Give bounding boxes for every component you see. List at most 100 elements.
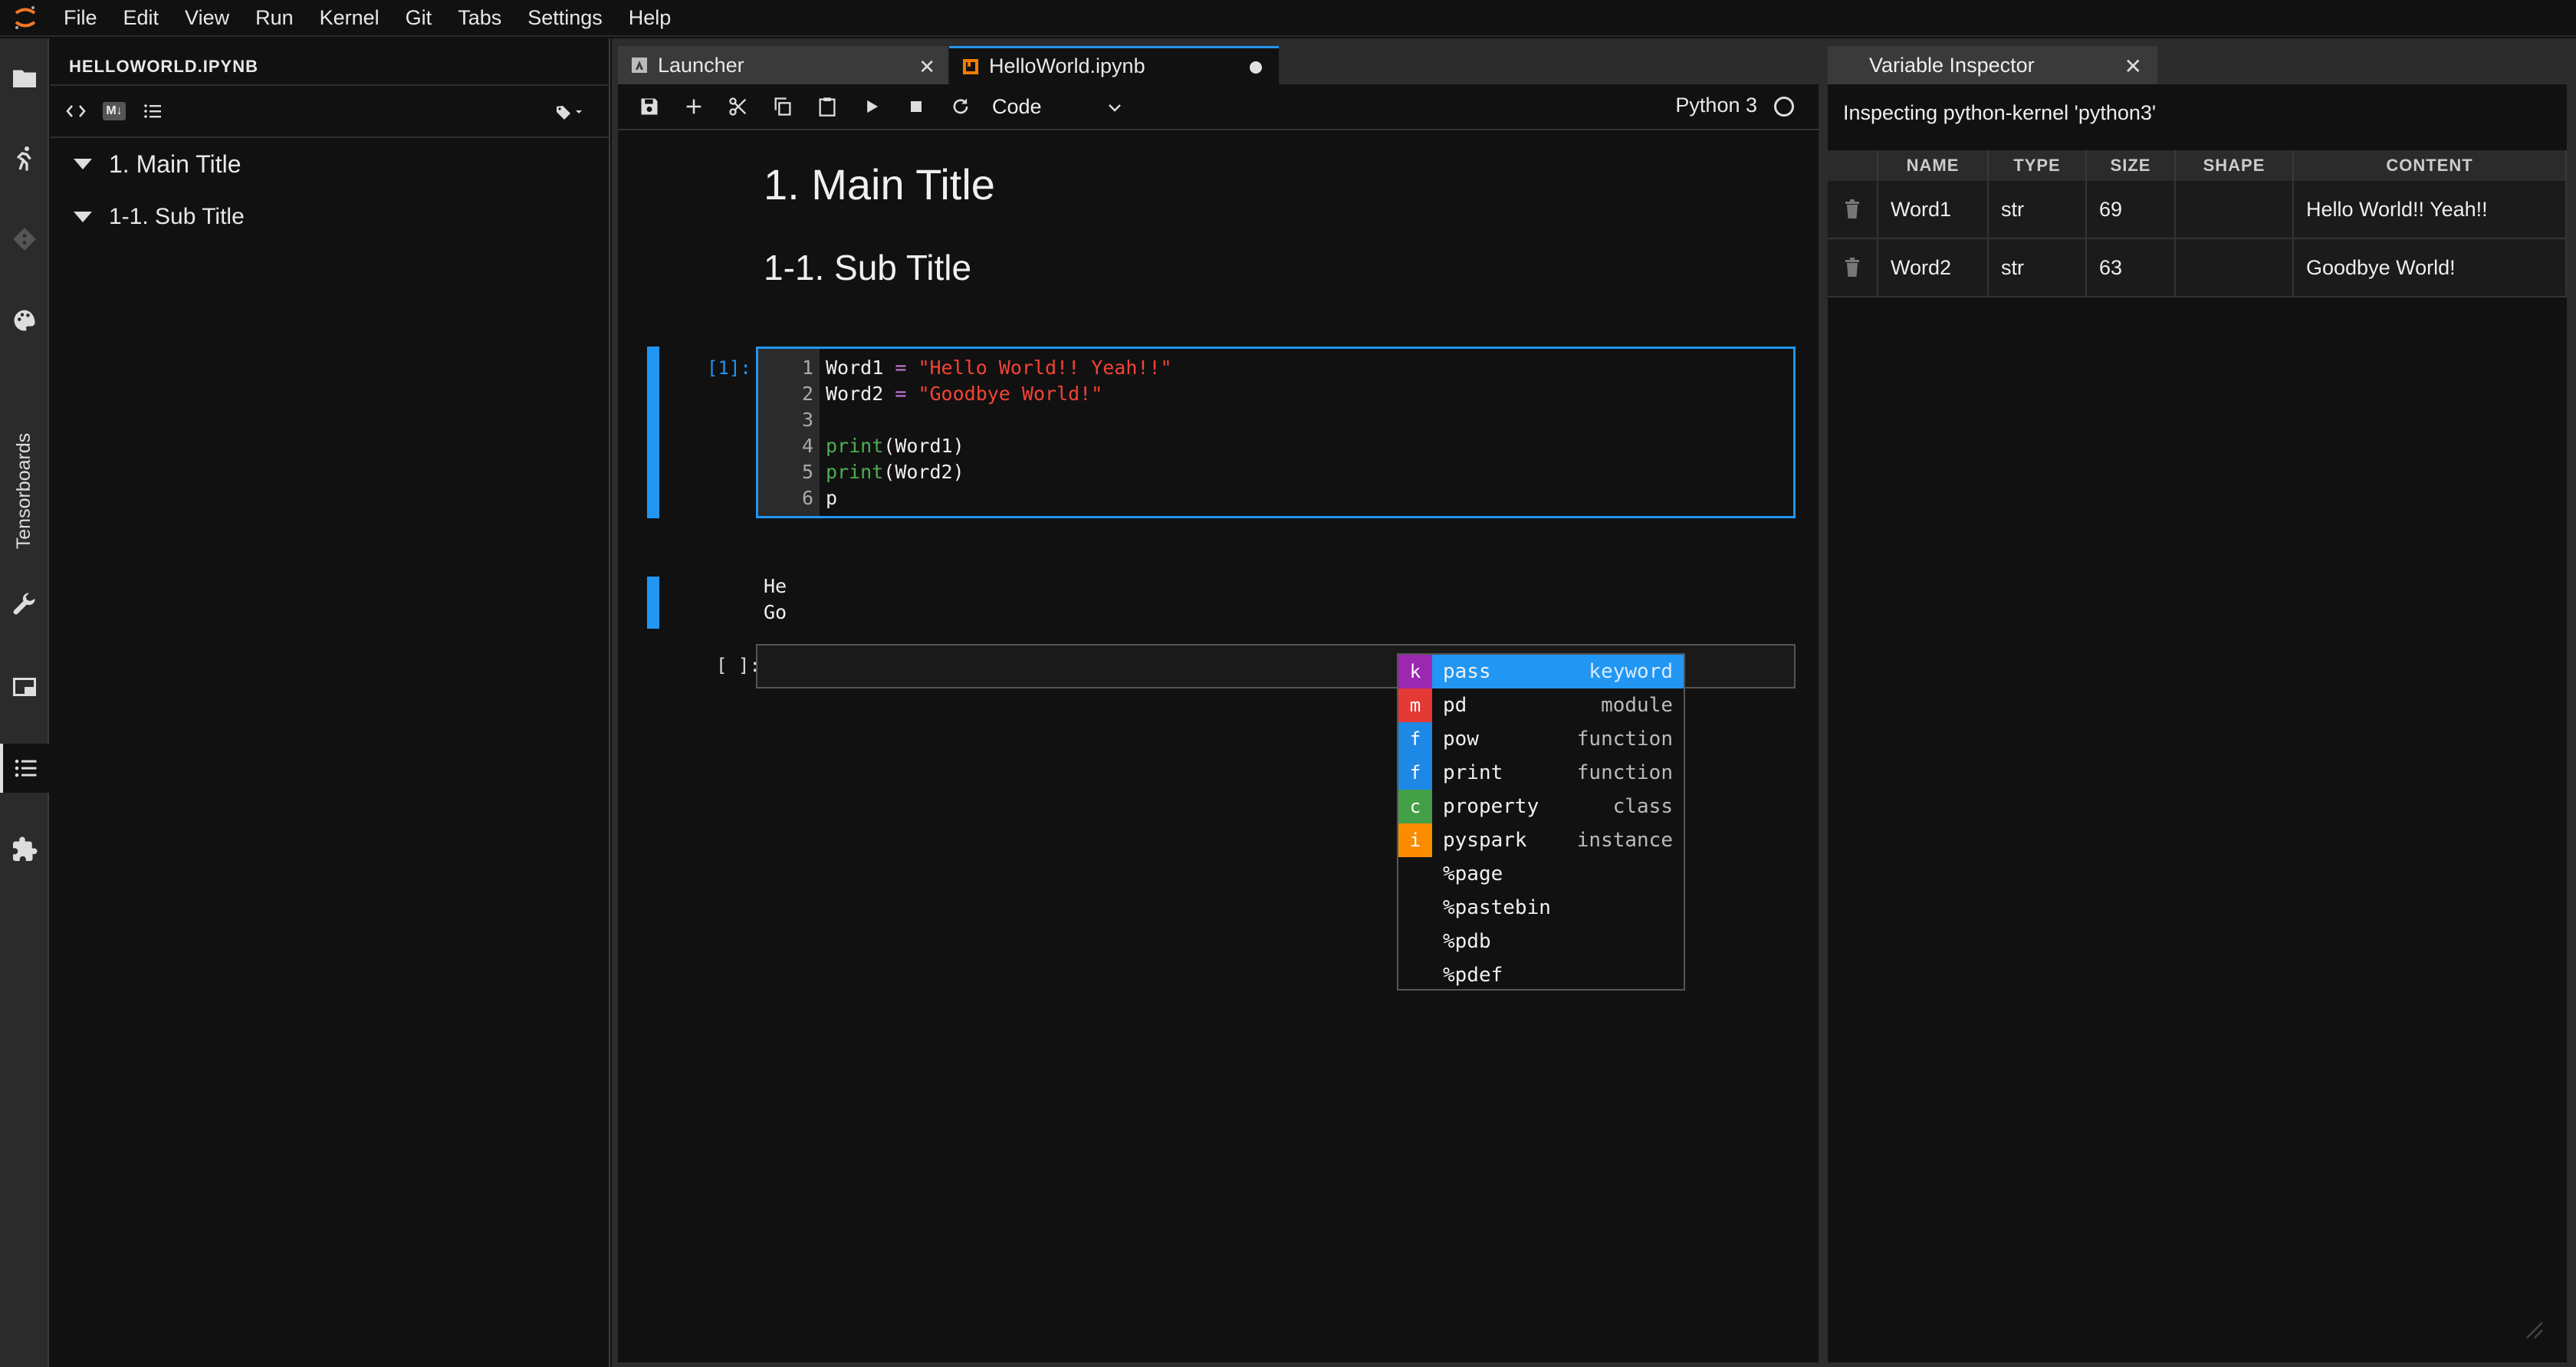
menu-tabs[interactable]: Tabs xyxy=(445,0,514,36)
completer-item[interactable]: k pass keyword xyxy=(1398,655,1684,688)
variable-inspector-panel: Variable Inspector ✕ Inspecting python-k… xyxy=(1828,46,2567,1362)
column-header[interactable]: TYPE xyxy=(1989,150,2087,181)
completer-item[interactable]: %pastebin xyxy=(1398,891,1684,925)
completer-item[interactable]: %pdb xyxy=(1398,925,1684,958)
toc-icon[interactable] xyxy=(0,744,49,793)
completer-item-label: pow xyxy=(1443,728,1479,751)
numbering-toggle-icon[interactable] xyxy=(133,92,172,130)
launcher-icon xyxy=(630,56,649,74)
git-icon[interactable] xyxy=(0,215,49,264)
collapse-triangle-icon[interactable] xyxy=(74,212,92,222)
completer-type-badge: i xyxy=(1398,823,1432,857)
tensorboards-tab[interactable]: Tensorboards xyxy=(11,422,38,560)
code-token: (Word1) xyxy=(883,435,964,457)
completer-item[interactable]: f print function xyxy=(1398,756,1684,790)
collapse-triangle-icon[interactable] xyxy=(74,159,92,169)
trash-icon[interactable] xyxy=(1828,181,1878,238)
wrench-icon[interactable] xyxy=(0,581,49,630)
code-cell-editor[interactable]: 1 2 3 4 5 6 Word1 = "Hello World!! Yeah!… xyxy=(756,347,1796,518)
palette-icon[interactable] xyxy=(0,296,49,345)
close-icon[interactable]: ✕ xyxy=(918,55,935,79)
table-header-row: NAME TYPE SIZE SHAPE CONTENT xyxy=(1828,150,2567,181)
completer-item[interactable]: c property class xyxy=(1398,790,1684,823)
notebook-icon xyxy=(961,58,980,76)
notebook-dock: Launcher ✕ HelloWorld.ipynb Code Python … xyxy=(618,46,1819,1362)
add-cell-icon[interactable] xyxy=(672,87,716,126)
tab-helloworld[interactable]: HelloWorld.ipynb xyxy=(949,46,1279,84)
code-toggle-icon[interactable] xyxy=(57,92,95,130)
tabs-icon[interactable] xyxy=(0,662,49,711)
jupyter-logo-icon xyxy=(0,0,51,36)
line-number: 6 xyxy=(801,487,813,509)
code-line: print(Word1) xyxy=(826,435,964,457)
tab-launcher[interactable]: Launcher ✕ xyxy=(618,46,948,84)
output-collapser[interactable] xyxy=(647,577,659,629)
completer-item-label: %page xyxy=(1443,863,1503,886)
completer-item[interactable]: %pdef xyxy=(1398,958,1684,992)
completer-item-type: instance xyxy=(1576,829,1673,852)
menu-file[interactable]: File xyxy=(51,0,110,36)
markdown-toggle-icon[interactable]: M↓ xyxy=(95,92,133,130)
close-icon[interactable]: ✕ xyxy=(2124,54,2142,79)
resize-grip-icon[interactable] xyxy=(2521,1316,2544,1339)
trash-icon[interactable] xyxy=(1828,239,1878,296)
column-header[interactable]: NAME xyxy=(1878,150,1989,181)
menu-bar: File Edit View Run Kernel Git Tabs Setti… xyxy=(0,0,2576,37)
code-line: p xyxy=(826,487,837,509)
run-icon[interactable] xyxy=(849,87,894,126)
completer-item[interactable]: %page xyxy=(1398,857,1684,891)
completer-item-type: keyword xyxy=(1589,660,1673,683)
completer-item[interactable]: f pow function xyxy=(1398,722,1684,756)
line-number: 4 xyxy=(801,435,813,457)
column-header[interactable]: SHAPE xyxy=(2176,150,2294,181)
running-icon[interactable] xyxy=(0,133,49,182)
cut-icon[interactable] xyxy=(716,87,761,126)
tab-variable-inspector[interactable]: Variable Inspector ✕ xyxy=(1828,46,2157,84)
completer-item[interactable]: m pd module xyxy=(1398,688,1684,722)
paste-icon[interactable] xyxy=(805,87,849,126)
column-header[interactable]: CONTENT xyxy=(2294,150,2567,181)
heading-sub-title: 1-1. Sub Title xyxy=(764,248,972,288)
menu-edit[interactable]: Edit xyxy=(110,0,172,36)
extension-icon[interactable] xyxy=(0,825,49,874)
cell-collapser[interactable] xyxy=(647,347,659,518)
menu-view[interactable]: View xyxy=(172,0,242,36)
toc-title: HELLOWORLD.IPYNB xyxy=(51,38,609,86)
menu-run[interactable]: Run xyxy=(242,0,307,36)
line-number: 1 xyxy=(801,357,813,379)
unsaved-dot-icon[interactable] xyxy=(1250,61,1262,74)
menu-kernel[interactable]: Kernel xyxy=(307,0,393,36)
tag-filter-icon[interactable] xyxy=(547,94,593,130)
completer-item-label: print xyxy=(1443,761,1503,784)
var-type: str xyxy=(1989,181,2087,238)
menu-help[interactable]: Help xyxy=(616,0,685,36)
completer-item[interactable]: i pyspark instance xyxy=(1398,823,1684,857)
table-row[interactable]: Word1 str 69 Hello World!! Yeah!! xyxy=(1828,181,2567,239)
stop-icon[interactable] xyxy=(894,87,938,126)
save-icon[interactable] xyxy=(627,87,672,126)
completer-item-label: pass xyxy=(1443,660,1491,683)
restart-icon[interactable] xyxy=(938,87,983,126)
var-shape xyxy=(2176,239,2294,296)
menu-settings[interactable]: Settings xyxy=(514,0,616,36)
cell-type-select[interactable]: Code xyxy=(992,95,1122,119)
kernel-name[interactable]: Python 3 xyxy=(1675,94,1757,117)
line-number: 3 xyxy=(801,409,813,431)
completer-type-badge xyxy=(1398,857,1432,891)
completer-item-label: pd xyxy=(1443,694,1467,717)
toc-entry-main-title[interactable]: 1. Main Title xyxy=(51,138,609,190)
completer-type-badge: f xyxy=(1398,722,1432,756)
code-token: = xyxy=(895,383,907,405)
chevron-down-icon xyxy=(1107,95,1122,119)
copy-icon[interactable] xyxy=(761,87,805,126)
code-token: print xyxy=(826,435,884,457)
column-header[interactable]: SIZE xyxy=(2087,150,2176,181)
folder-icon[interactable] xyxy=(0,54,49,103)
code-token: "Goodbye World!" xyxy=(918,383,1103,405)
table-row[interactable]: Word2 str 63 Goodbye World! xyxy=(1828,239,2567,297)
inspector-tab-bar: Variable Inspector ✕ xyxy=(1828,46,2567,84)
menu-git[interactable]: Git xyxy=(393,0,445,36)
left-sidebar: Tensorboards xyxy=(0,38,49,1367)
toc-entry-sub-title[interactable]: 1-1. Sub Title xyxy=(51,190,609,244)
output-line: Go xyxy=(764,601,787,623)
